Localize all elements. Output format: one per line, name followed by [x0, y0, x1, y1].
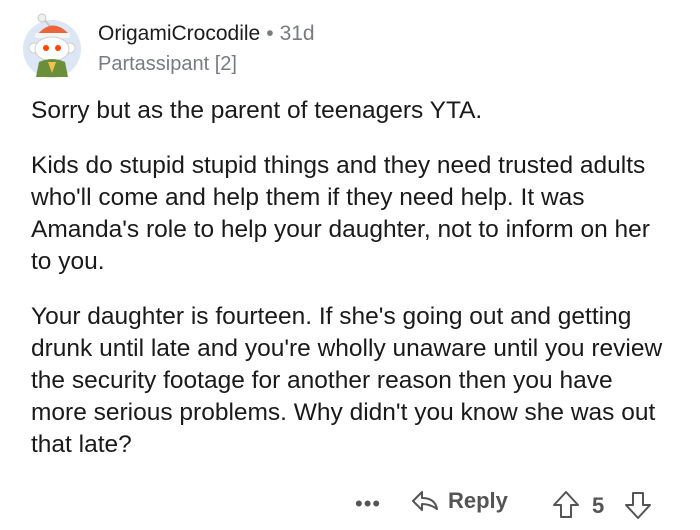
comment-paragraph: Your daughter is fourteen. If she's goin… [31, 303, 663, 458]
comment-paragraph: Sorry but as the parent of teenagers YTA… [31, 97, 483, 124]
comment-paragraph: Kids do stupid stupid things and they ne… [31, 152, 650, 275]
upvote-icon[interactable] [552, 490, 580, 520]
vote-score: 5 [592, 493, 605, 518]
comment-body: Sorry but as the parent of teenagers YTA… [31, 95, 671, 484]
more-options-button[interactable]: ••• [355, 491, 381, 517]
reply-arrow-icon [412, 491, 438, 511]
username-link[interactable]: OrigamiCrocodile [98, 22, 260, 45]
user-flair: Partassipant [2] [98, 53, 237, 75]
comment: OrigamiCrocodile • 31d Partassipant [2] So… [0, 0, 700, 530]
reply-label: Reply [448, 488, 508, 513]
comment-age: 31d [279, 22, 315, 45]
downvote-icon[interactable] [624, 490, 652, 520]
snoo-avatar-icon[interactable] [22, 13, 84, 79]
comment-meta: OrigamiCrocodile • 31d [98, 22, 315, 46]
reply-button[interactable]: Reply [410, 488, 508, 514]
meta-separator: • [266, 22, 274, 45]
comment-actions: ••• Reply 5 [0, 488, 700, 524]
more-options-icon: ••• [355, 491, 382, 516]
